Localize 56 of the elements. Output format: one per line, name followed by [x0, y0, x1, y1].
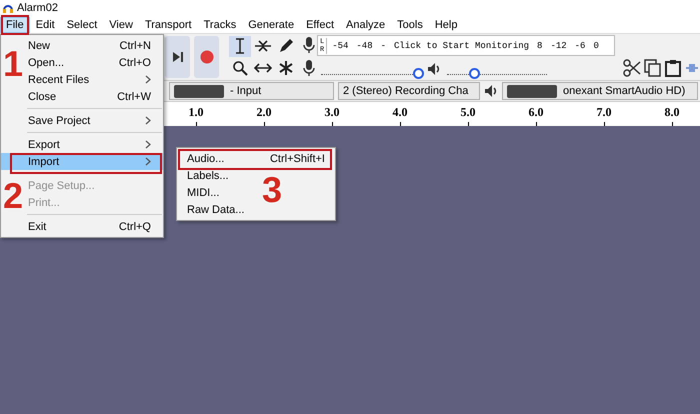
timeline-label: 7.0	[596, 105, 612, 120]
menu-item[interactable]: Export	[1, 136, 163, 153]
menu-item[interactable]: Exit Ctrl+Q	[1, 218, 163, 235]
menu-item[interactable]: Audio... Ctrl+Shift+I	[177, 150, 335, 167]
microphone-icon	[303, 60, 315, 77]
microphone-icon[interactable]	[303, 37, 315, 54]
timeline-label: 3.0	[324, 105, 340, 120]
speaker-icon	[484, 84, 498, 98]
meter-label: 0	[592, 40, 600, 50]
chevron-icon	[145, 75, 151, 84]
selection-tool-icon[interactable]	[229, 36, 251, 56]
timeline-label: 1.0	[188, 105, 204, 120]
copy-icon[interactable]	[644, 59, 662, 77]
step-number: 2	[3, 178, 24, 214]
menu-item[interactable]: Save Project	[1, 112, 163, 129]
highlight-frame	[1, 15, 29, 35]
menu-bar-item[interactable]: Select	[60, 16, 104, 32]
meter-label: -	[380, 40, 388, 50]
timeline-label: 6.0	[528, 105, 544, 120]
speaker-icon	[427, 62, 441, 76]
menu-bar-item[interactable]: Tools	[391, 16, 429, 32]
meter-label: Click to Start Monitoring	[393, 40, 530, 50]
menu-bar-item[interactable]: Edit	[30, 16, 61, 32]
window-title: Alarm02	[17, 2, 58, 14]
timeline-label: 8.0	[664, 105, 680, 120]
blurred-block	[174, 84, 224, 98]
skip-to-end-button[interactable]	[165, 36, 190, 78]
chevron-icon	[145, 116, 151, 125]
menu-item[interactable]: Close Ctrl+W	[1, 88, 163, 105]
slider-thumb[interactable]	[469, 68, 480, 79]
menu-bar-item[interactable]: Effect	[300, 16, 340, 32]
scissors-icon[interactable]	[623, 59, 641, 77]
meter-label: -12	[549, 40, 568, 50]
menu-bar-item[interactable]: Analyze	[340, 16, 392, 32]
paste-icon[interactable]	[665, 59, 681, 77]
menu-bar-item[interactable]: View	[103, 16, 139, 32]
skip-to-end-icon	[172, 51, 184, 63]
menu-bar-item[interactable]: Help	[428, 16, 464, 32]
menu-bar-item[interactable]: Tracks	[198, 16, 242, 32]
meter-label: 8	[536, 40, 544, 50]
playback-device-dropdown[interactable]: onexant SmartAudio HD)	[502, 82, 698, 100]
meter-label: -6	[574, 40, 586, 50]
recording-channels-dropdown[interactable]: 2 (Stereo) Recording Cha	[338, 82, 480, 100]
app-logo-icon	[2, 2, 14, 14]
slider-thumb[interactable]	[413, 68, 424, 79]
meter-label: -54	[331, 40, 350, 50]
recording-device-dropdown[interactable]: - Input	[169, 82, 334, 100]
step-number: 1	[3, 46, 24, 82]
meter-label: -48	[355, 40, 374, 50]
timeline-label: 2.0	[256, 105, 272, 120]
timeline-label: 4.0	[392, 105, 408, 120]
blurred-block	[507, 84, 557, 98]
record-icon	[200, 50, 214, 64]
timeline-label: 5.0	[460, 105, 476, 120]
menu-bar-item[interactable]: Generate	[242, 16, 300, 32]
menu-bar-item[interactable]: Transport	[138, 16, 198, 32]
